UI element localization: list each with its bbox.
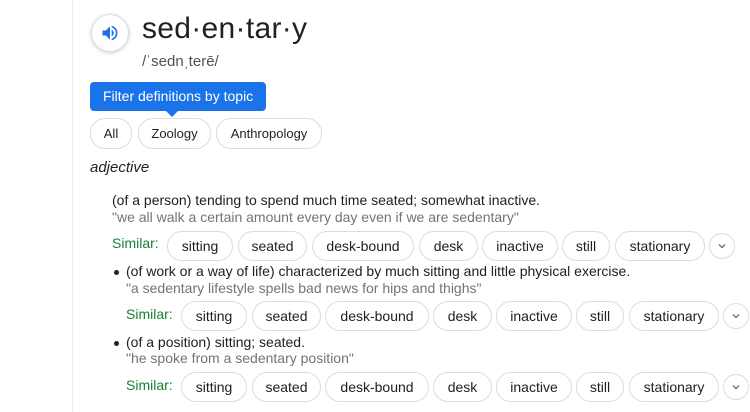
similar-chip[interactable]: sitting [167,231,233,261]
chevron-down-icon [718,244,726,249]
expand-similar-button[interactable] [723,303,749,329]
topic-chip-zoology[interactable]: Zoology [138,118,211,149]
similar-chip[interactable]: desk [433,301,492,331]
similar-chip[interactable]: still [576,301,624,331]
headword: sed·en·tar·y [142,12,308,45]
similar-chip[interactable]: inactive [496,301,572,331]
similar-label-3: Similar: [126,377,173,393]
definition-1: (of a person) tending to spend much time… [112,192,541,208]
similar-chip[interactable]: sitting [181,301,247,331]
similar-chip[interactable]: still [576,372,624,402]
similar-chip[interactable]: seated [238,231,307,261]
similar-label-1: Similar: [112,235,159,251]
similar-chip[interactable]: inactive [496,372,572,402]
example-1: "we all walk a certain amount every day … [112,209,519,225]
similar-chip[interactable]: stationary [615,231,705,261]
similar-chip[interactable]: inactive [482,231,558,261]
expand-similar-button[interactable] [723,374,749,400]
definition-2: (of work or a way of life) characterized… [126,263,631,279]
similar-chip[interactable]: stationary [629,372,719,402]
similar-chip[interactable]: desk [419,231,478,261]
chevron-down-icon [732,314,740,319]
topic-chip-all[interactable]: All [90,118,132,149]
expand-similar-button[interactable] [709,233,735,259]
similar-label-2: Similar: [126,306,173,322]
similar-chip[interactable]: seated [252,372,321,402]
similar-chip[interactable]: desk-bound [325,372,429,402]
filter-tooltip: Filter definitions by topic [90,82,267,111]
left-divider [72,0,73,412]
definition-3: (of a position) sitting; seated. [126,334,305,350]
example-2: "a sedentary lifestyle spells bad news f… [126,280,482,296]
bullet [114,270,119,275]
similar-chip[interactable]: still [562,231,610,261]
similar-chip[interactable]: desk-bound [312,231,414,261]
chevron-down-icon [732,385,740,390]
similar-chip[interactable]: desk [433,372,492,402]
tooltip-arrow [165,110,179,117]
part-of-speech: adjective [90,159,150,176]
bullet [114,341,119,346]
topic-chip-anthropology[interactable]: Anthropology [216,118,322,149]
similar-chip[interactable]: desk-bound [325,301,429,331]
play-pronunciation-button[interactable] [91,14,129,52]
similar-chip[interactable]: sitting [181,372,247,402]
speaker-icon [102,25,118,41]
similar-chip[interactable]: seated [252,301,321,331]
example-3: "he spoke from a sedentary position" [126,350,354,366]
similar-chip[interactable]: stationary [629,301,719,331]
phonetic-transcription: /ˈsednˌterē/ [142,53,219,70]
